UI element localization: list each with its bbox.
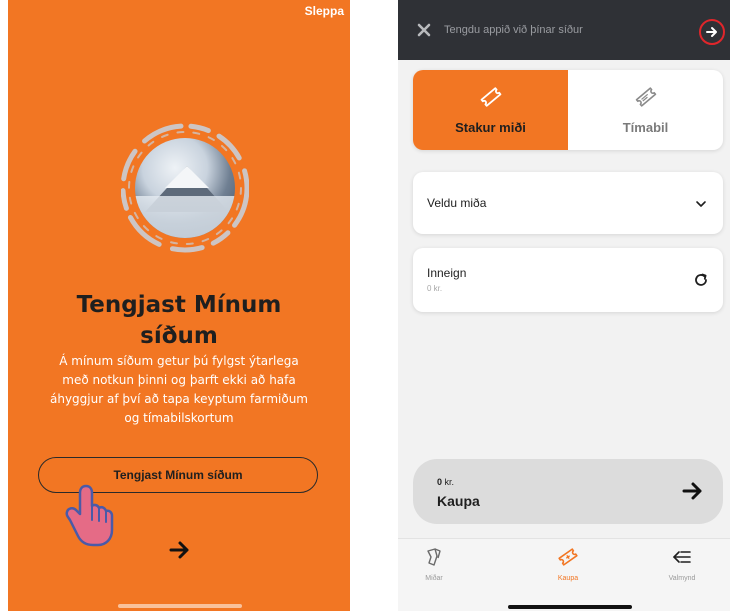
buy-ticket-icon: [558, 548, 578, 566]
menu-icon: [673, 551, 691, 563]
tab-buy[interactable]: Kaupa: [533, 547, 603, 582]
description-line: og tímabilskortum: [124, 411, 234, 425]
hero-illustration: [121, 118, 249, 270]
arrow-right-icon: [682, 482, 702, 500]
buy-button[interactable]: 0 kr. Kaupa: [413, 459, 723, 524]
balance-card: Inneign 0 kr.: [413, 248, 723, 312]
arrow-right-icon[interactable]: [168, 538, 192, 562]
banner-text: Tengdu appið við þínar síður: [444, 24, 583, 36]
tab-label: Miðar: [425, 575, 443, 582]
close-icon[interactable]: [416, 22, 432, 38]
description-line: Á mínum síðum getur þú fylgst ýtarlega: [59, 354, 299, 368]
description-line: með notkun þinni og þarft ekki að hafa: [62, 373, 296, 387]
mountain-photo: [135, 138, 235, 238]
ticket-select-dropdown[interactable]: Veldu miða: [413, 172, 723, 234]
tab-tickets[interactable]: Miðar: [399, 547, 469, 582]
buy-total: 0 kr.: [437, 477, 454, 487]
banner-next-button[interactable]: [699, 19, 725, 45]
home-indicator: [508, 605, 632, 609]
single-ticket-label: Stakur miði: [455, 120, 526, 135]
bottom-tab-bar: Miðar Kaupa Valmynd: [398, 538, 730, 611]
buy-total-value: 0: [437, 477, 443, 487]
buy-label: Kaupa: [437, 493, 480, 509]
description: Á mínum síðum getur þú fylgst ýtarlega m…: [20, 352, 338, 428]
calendar-ticket-icon: [635, 87, 656, 107]
tab-label: Valmynd: [668, 575, 696, 582]
period-ticket-label: Tímabil: [622, 120, 669, 135]
select-label: Veldu miða: [427, 196, 487, 210]
page-title: Tengjast Mínum síðum: [8, 290, 350, 352]
buy-total-unit: kr.: [444, 477, 455, 487]
arrow-right-icon: [706, 27, 717, 37]
refresh-icon[interactable]: [693, 272, 709, 288]
buy-ticket-screen: Tengdu appið við þínar síður Stakur miði: [398, 0, 730, 611]
onboarding-panel: Sleppa Tengjast Mínum síðum Á mínum síðu…: [8, 0, 350, 611]
connect-banner: Tengdu appið við þínar síður: [398, 0, 730, 60]
balance-value: 0 kr.: [427, 284, 443, 293]
ticket-icon: [480, 87, 501, 107]
pointing-hand-icon: [65, 484, 114, 547]
ticket-type-toggle: Stakur miði Tímabil: [413, 70, 723, 150]
tab-menu[interactable]: Valmynd: [647, 547, 717, 582]
period-ticket-option[interactable]: Tímabil: [568, 70, 723, 150]
tab-label: Kaupa: [557, 575, 579, 582]
skip-button[interactable]: Sleppa: [305, 4, 344, 18]
single-ticket-option[interactable]: Stakur miði: [413, 70, 568, 150]
tickets-icon: [427, 548, 441, 566]
title-line: síðum: [140, 323, 218, 349]
chevron-down-icon: [696, 201, 706, 207]
home-indicator: [118, 604, 242, 608]
balance-label: Inneign: [427, 266, 467, 280]
description-line: áhyggjur af því að tapa keyptum farmiðum: [50, 392, 308, 406]
title-line: Tengjast Mínum: [76, 292, 282, 318]
